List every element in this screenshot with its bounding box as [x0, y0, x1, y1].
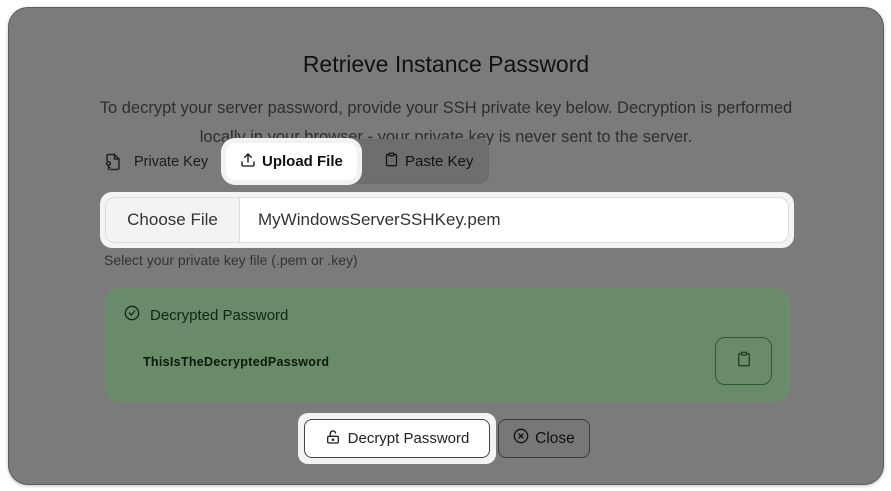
copy-password-button[interactable]	[715, 337, 772, 385]
unlock-icon	[325, 429, 341, 449]
decrypted-password-heading: Decrypted Password	[150, 306, 289, 324]
tab-upload-file[interactable]: Upload File	[226, 143, 357, 180]
tab-paste-key-label: Paste Key	[405, 153, 474, 170]
x-circle-icon	[513, 428, 529, 449]
choose-file-button[interactable]: Choose File	[106, 198, 240, 242]
private-key-label: Private Key	[104, 153, 208, 171]
key-input-mode-toggle: Upload File Paste Key	[221, 139, 489, 184]
decrypted-password-panel: Decrypted Password ThisIsTheDecryptedPas…	[105, 288, 789, 401]
description-line-1: To decrypt your server password, provide…	[99, 99, 793, 117]
upload-icon	[240, 152, 256, 172]
decrypt-password-label: Decrypt Password	[347, 430, 470, 447]
decrypted-password-header: Decrypted Password	[124, 305, 288, 325]
dialog-title: Retrieve Instance Password	[302, 51, 590, 77]
close-label: Close	[535, 429, 575, 447]
private-key-text: Private Key	[134, 154, 209, 170]
tab-upload-file-label: Upload File	[262, 153, 343, 170]
decrypt-password-button[interactable]: Decrypt Password	[304, 419, 490, 458]
clipboard-icon	[736, 350, 752, 373]
close-button[interactable]: Close	[498, 419, 590, 458]
tab-paste-key[interactable]: Paste Key	[370, 143, 487, 180]
decrypted-password-value: ThisIsTheDecryptedPassword	[143, 355, 330, 369]
file-input[interactable]: Choose File MyWindowsServerSSHKey.pem	[105, 197, 789, 243]
clipboard-icon	[384, 151, 399, 172]
decrypt-button-focus-ring: Decrypt Password	[298, 413, 496, 464]
file-helper-text: Select your private key file (.pem or .k…	[104, 252, 358, 268]
check-circle-icon	[124, 305, 140, 325]
selected-filename: MyWindowsServerSSHKey.pem	[258, 210, 501, 229]
file-input-focus-ring: Choose File MyWindowsServerSSHKey.pem	[100, 192, 794, 248]
file-key-icon	[104, 153, 122, 171]
